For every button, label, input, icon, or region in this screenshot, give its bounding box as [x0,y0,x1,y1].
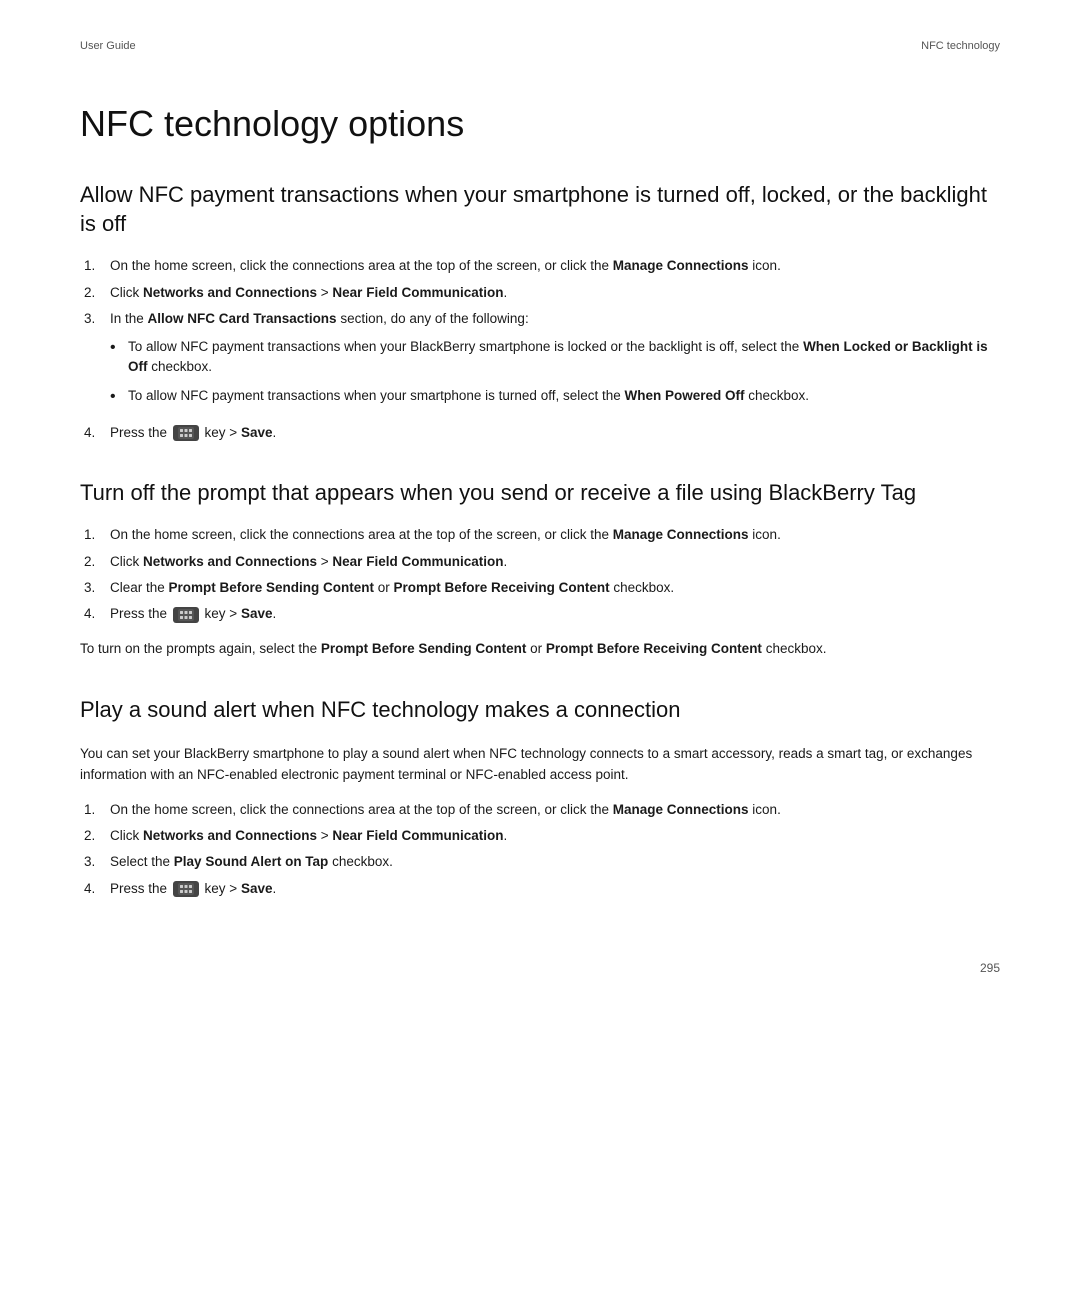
step-content: Press the key > Save. [110,423,1000,443]
steps-list-2: 1.On the home screen, click the connecti… [80,525,1000,624]
step-number: 3. [80,852,110,872]
page-container: User Guide NFC technology NFC technology… [0,0,1080,1015]
list-item: 4.Press the key > Save. [80,604,1000,624]
list-item: 1.On the home screen, click the connecti… [80,525,1000,545]
step-number: 4. [80,879,110,899]
step-number: 2. [80,552,110,572]
section-title-2: Turn off the prompt that appears when yo… [80,479,1000,508]
bullet-list: •To allow NFC payment transactions when … [110,337,1000,409]
steps-list-3: 1.On the home screen, click the connecti… [80,800,1000,899]
section-2: Turn off the prompt that appears when yo… [80,479,1000,660]
bullet-text: To allow NFC payment transactions when y… [128,337,1000,378]
step-number: 2. [80,283,110,303]
menu-key-icon [173,881,199,897]
step-content: Press the key > Save. [110,879,1000,899]
list-item: 3.Select the Play Sound Alert on Tap che… [80,852,1000,872]
section-note-2: To turn on the prompts again, select the… [80,638,1000,660]
step-number: 2. [80,826,110,846]
menu-key-icon [173,425,199,441]
step-number: 4. [80,604,110,624]
header-right: NFC technology [921,40,1000,52]
section-3: Play a sound alert when NFC technology m… [80,696,1000,899]
list-item: 2.Click Networks and Connections > Near … [80,552,1000,572]
step-number: 1. [80,525,110,545]
step-content: On the home screen, click the connection… [110,256,1000,276]
list-item: 2.Click Networks and Connections > Near … [80,826,1000,846]
list-item: 4.Press the key > Save. [80,423,1000,443]
bullet-text: To allow NFC payment transactions when y… [128,386,809,406]
bullet-dot-icon: • [110,336,128,360]
header-left: User Guide [80,40,136,52]
section-title-3: Play a sound alert when NFC technology m… [80,696,1000,725]
step-number: 1. [80,256,110,276]
step-number: 4. [80,423,110,443]
list-item: 2.Click Networks and Connections > Near … [80,283,1000,303]
list-item: 4.Press the key > Save. [80,879,1000,899]
footer-page-number: 295 [980,961,1000,975]
page-header: User Guide NFC technology [80,40,1000,52]
page-title: NFC technology options [80,102,1000,145]
section-intro-3: You can set your BlackBerry smartphone t… [80,743,1000,786]
step-content: Click Networks and Connections > Near Fi… [110,826,1000,846]
bullet-item: •To allow NFC payment transactions when … [110,386,1000,409]
sections-container: Allow NFC payment transactions when your… [80,181,1000,899]
step-content: In the Allow NFC Card Transactions secti… [110,309,1000,417]
bullet-item: •To allow NFC payment transactions when … [110,337,1000,378]
step-content: Click Networks and Connections > Near Fi… [110,283,1000,303]
step-content: Select the Play Sound Alert on Tap check… [110,852,1000,872]
list-item: 3.Clear the Prompt Before Sending Conten… [80,578,1000,598]
step-number: 1. [80,800,110,820]
step-number: 3. [80,578,110,598]
step-number: 3. [80,309,110,417]
bullet-dot-icon: • [110,385,128,409]
step-content: On the home screen, click the connection… [110,800,1000,820]
step-content: Clear the Prompt Before Sending Content … [110,578,1000,598]
section-title-1: Allow NFC payment transactions when your… [80,181,1000,238]
step-content: Press the key > Save. [110,604,1000,624]
menu-key-icon [173,607,199,623]
list-item: 1.On the home screen, click the connecti… [80,800,1000,820]
step-content: Click Networks and Connections > Near Fi… [110,552,1000,572]
step-content: On the home screen, click the connection… [110,525,1000,545]
list-item: 1.On the home screen, click the connecti… [80,256,1000,276]
list-item: 3.In the Allow NFC Card Transactions sec… [80,309,1000,417]
steps-list-1: 1.On the home screen, click the connecti… [80,256,1000,443]
section-1: Allow NFC payment transactions when your… [80,181,1000,443]
